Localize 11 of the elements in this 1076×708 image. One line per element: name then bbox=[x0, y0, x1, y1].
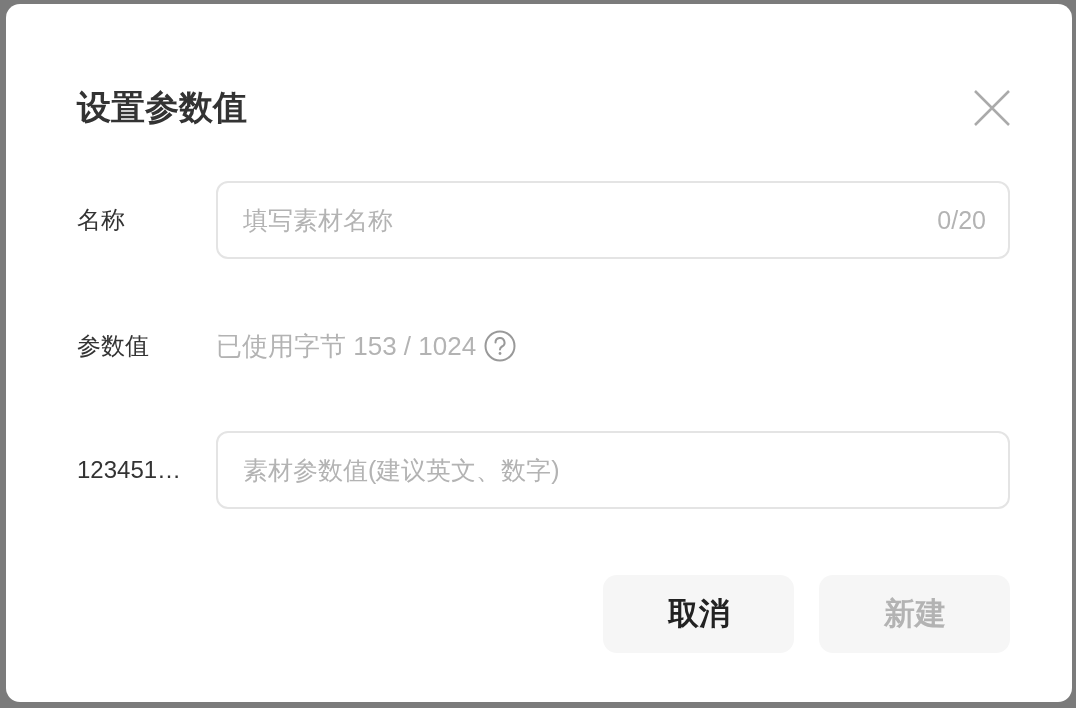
close-button[interactable] bbox=[972, 88, 1012, 128]
field-label: 名称 bbox=[77, 205, 126, 235]
bytes-used-text: 已使用字节 153 / 1024 bbox=[216, 329, 477, 363]
field-label: 123451… bbox=[77, 456, 183, 484]
dialog-title: 设置参数值 bbox=[77, 86, 247, 129]
field-label: 参数值 bbox=[77, 331, 150, 361]
cancel-button[interactable]: 取消 bbox=[603, 575, 794, 653]
input-field[interactable]: 素材参数值(建议英文、数字) bbox=[216, 431, 1010, 509]
character-counter: 0/20 bbox=[937, 205, 986, 235]
close-icon bbox=[973, 89, 1011, 127]
help-icon[interactable] bbox=[484, 330, 517, 362]
